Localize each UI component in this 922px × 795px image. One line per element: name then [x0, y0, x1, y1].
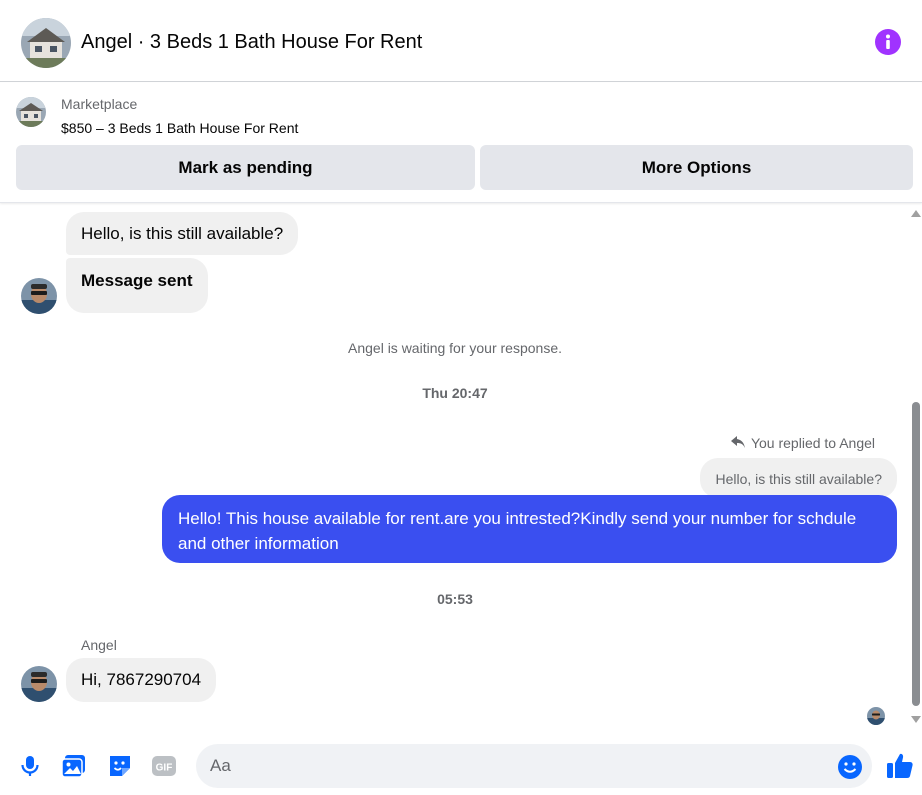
listing-thumbnail[interactable] [16, 97, 46, 127]
replied-indicator: You replied to Angel [730, 435, 875, 451]
info-icon[interactable] [875, 29, 901, 55]
reply-icon [730, 435, 745, 451]
seen-indicator-avatar [867, 707, 885, 725]
scroll-down-arrow-icon[interactable] [911, 716, 921, 723]
microphone-icon[interactable] [17, 753, 43, 779]
incoming-message[interactable]: Hi, 7867290704 [66, 658, 217, 702]
conversation-header: Angel · 3 Beds 1 Bath House For Rent [0, 0, 922, 82]
listing-title[interactable]: $850 – 3 Beds 1 Bath House For Rent [61, 120, 298, 136]
mark-as-pending-button[interactable]: Mark as pending [16, 145, 475, 190]
replied-label: You replied to Angel [750, 435, 875, 451]
emoji-icon[interactable] [837, 754, 863, 780]
sticker-icon[interactable] [107, 753, 133, 779]
photo-icon[interactable] [61, 753, 87, 779]
scrollbar-thumb[interactable] [912, 402, 920, 706]
marketplace-label: Marketplace [61, 96, 138, 112]
marketplace-banner: Marketplace $850 – 3 Beds 1 Bath House F… [0, 83, 922, 203]
message-thread: Hello, is this still available? Message … [0, 204, 922, 734]
timestamp: 05:53 [437, 591, 473, 607]
timestamp: Thu 20:47 [422, 385, 488, 401]
thumbs-up-icon[interactable] [885, 751, 915, 781]
more-options-button[interactable]: More Options [480, 145, 913, 190]
svg-text:GIF: GIF [156, 763, 173, 774]
quoted-message[interactable]: Hello, is this still available? [700, 458, 897, 498]
scroll-up-arrow-icon[interactable] [911, 210, 921, 217]
sender-name: Angel [81, 637, 117, 653]
message-composer: GIF [0, 735, 922, 795]
listing-avatar[interactable] [21, 18, 71, 68]
incoming-message[interactable]: Message sent [66, 258, 208, 313]
outgoing-message[interactable]: Hello! This house available for rent.are… [162, 495, 897, 563]
avatar[interactable] [21, 666, 57, 702]
message-input[interactable] [196, 744, 872, 788]
gif-icon[interactable]: GIF [151, 753, 177, 779]
incoming-message[interactable]: Hello, is this still available? [66, 212, 299, 255]
conversation-title[interactable]: Angel · 3 Beds 1 Bath House For Rent [81, 31, 422, 54]
avatar[interactable] [21, 278, 57, 314]
system-notice: Angel is waiting for your response. [348, 340, 562, 356]
